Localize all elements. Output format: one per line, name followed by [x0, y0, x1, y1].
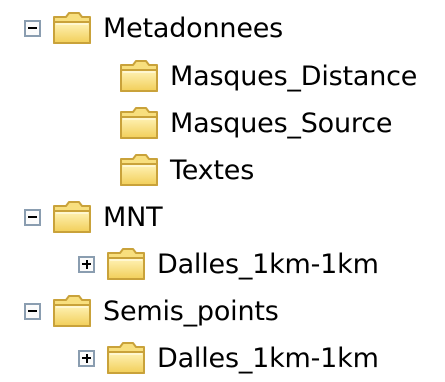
tree-item-label: Metadonnees — [103, 12, 284, 44]
collapse-toggle-icon[interactable] — [24, 208, 41, 226]
tree-item-dalles-mnt[interactable]: Dalles_1km-1km — [78, 240, 379, 288]
expand-toggle-icon[interactable] — [78, 255, 95, 273]
folder-icon — [105, 244, 147, 284]
collapse-toggle-icon[interactable] — [24, 302, 41, 320]
folder-icon — [118, 150, 160, 190]
tree-item-label: Semis_points — [103, 295, 279, 327]
tree-item-masques-source[interactable]: Masques_Source — [118, 99, 392, 147]
tree-item-semis-points[interactable]: Semis_points — [24, 287, 279, 335]
tree-item-label: Dalles_1km-1km — [157, 248, 379, 280]
folder-tree: Metadonnees Masques_Distance Masques_Sou… — [0, 0, 445, 379]
tree-item-label: Dalles_1km-1km — [157, 342, 379, 374]
tree-item-label: MNT — [103, 201, 163, 233]
tree-item-label: Textes — [170, 154, 255, 186]
expand-toggle-icon[interactable] — [78, 349, 95, 367]
folder-icon — [105, 338, 147, 378]
folder-icon — [51, 8, 93, 48]
folder-icon — [51, 197, 93, 237]
collapse-toggle-icon[interactable] — [24, 19, 41, 37]
tree-item-label: Masques_Distance — [170, 60, 418, 92]
folder-icon — [51, 291, 93, 331]
folder-icon — [118, 103, 160, 143]
tree-item-metadonnees[interactable]: Metadonnees — [24, 4, 283, 52]
tree-item-dalles-semis[interactable]: Dalles_1km-1km — [78, 334, 379, 382]
tree-item-label: Masques_Source — [170, 107, 393, 139]
tree-item-mnt[interactable]: MNT — [24, 193, 163, 241]
folder-icon — [118, 56, 160, 96]
tree-item-textes[interactable]: Textes — [118, 146, 254, 194]
tree-item-masques-distance[interactable]: Masques_Distance — [118, 52, 417, 100]
